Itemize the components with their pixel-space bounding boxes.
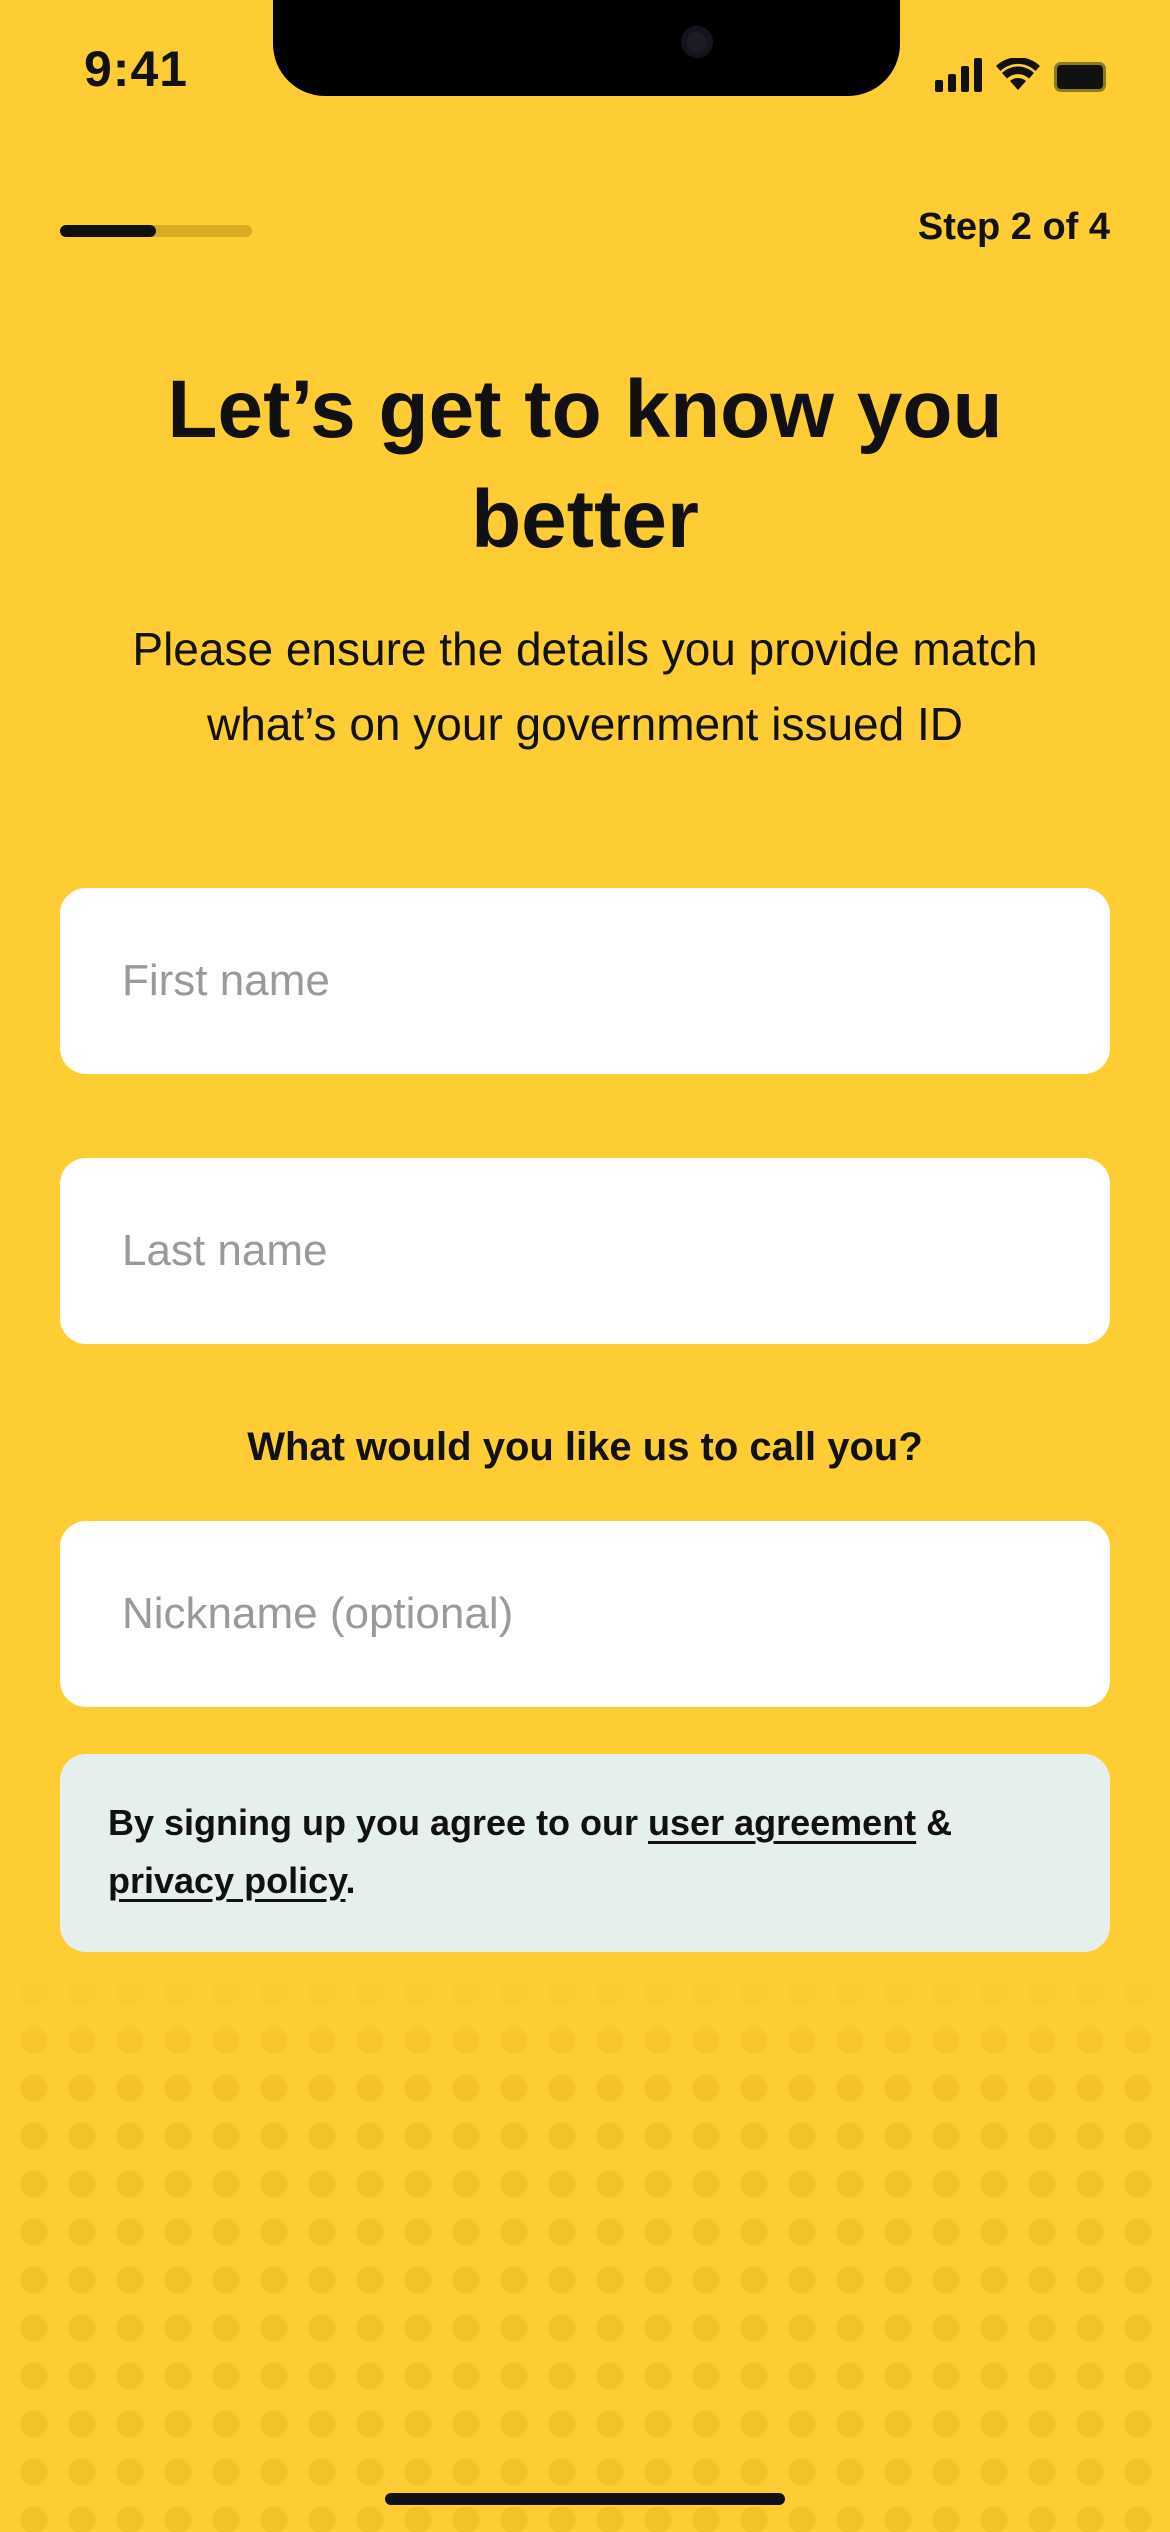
- last-name-input[interactable]: [60, 1158, 1110, 1344]
- agreement-suffix: .: [345, 1860, 356, 1901]
- status-icons: [935, 50, 1106, 92]
- camera-icon: [681, 26, 713, 58]
- step-indicator: Step 2 of 4: [917, 206, 1110, 248]
- signal-icon: [935, 58, 982, 92]
- nickname-input[interactable]: [60, 1521, 1110, 1707]
- dynamic-island: [273, 0, 900, 96]
- home-indicator[interactable]: [385, 2493, 785, 2505]
- wifi-icon: [996, 58, 1040, 90]
- battery-icon: [1054, 62, 1106, 92]
- user-agreement-link[interactable]: user agreement: [648, 1802, 916, 1843]
- status-time: 9:41: [84, 41, 189, 97]
- first-name-input[interactable]: [60, 888, 1110, 1074]
- background-pattern: [0, 1960, 1170, 2532]
- nickname-question: What would you like us to call you?: [247, 1425, 923, 1469]
- agreement-prefix: By signing up you agree to our: [108, 1802, 649, 1843]
- progress-bar-fill: [60, 225, 156, 237]
- page-subtitle: Please ensure the details you provide ma…: [132, 623, 1038, 750]
- privacy-policy-link[interactable]: privacy policy: [108, 1860, 345, 1901]
- agreement-notice: By signing up you agree to our user agre…: [60, 1754, 1110, 1952]
- progress-bar: [60, 225, 252, 237]
- page-title: Let’s get to know you better: [167, 364, 1003, 565]
- agreement-separator: &: [916, 1802, 953, 1843]
